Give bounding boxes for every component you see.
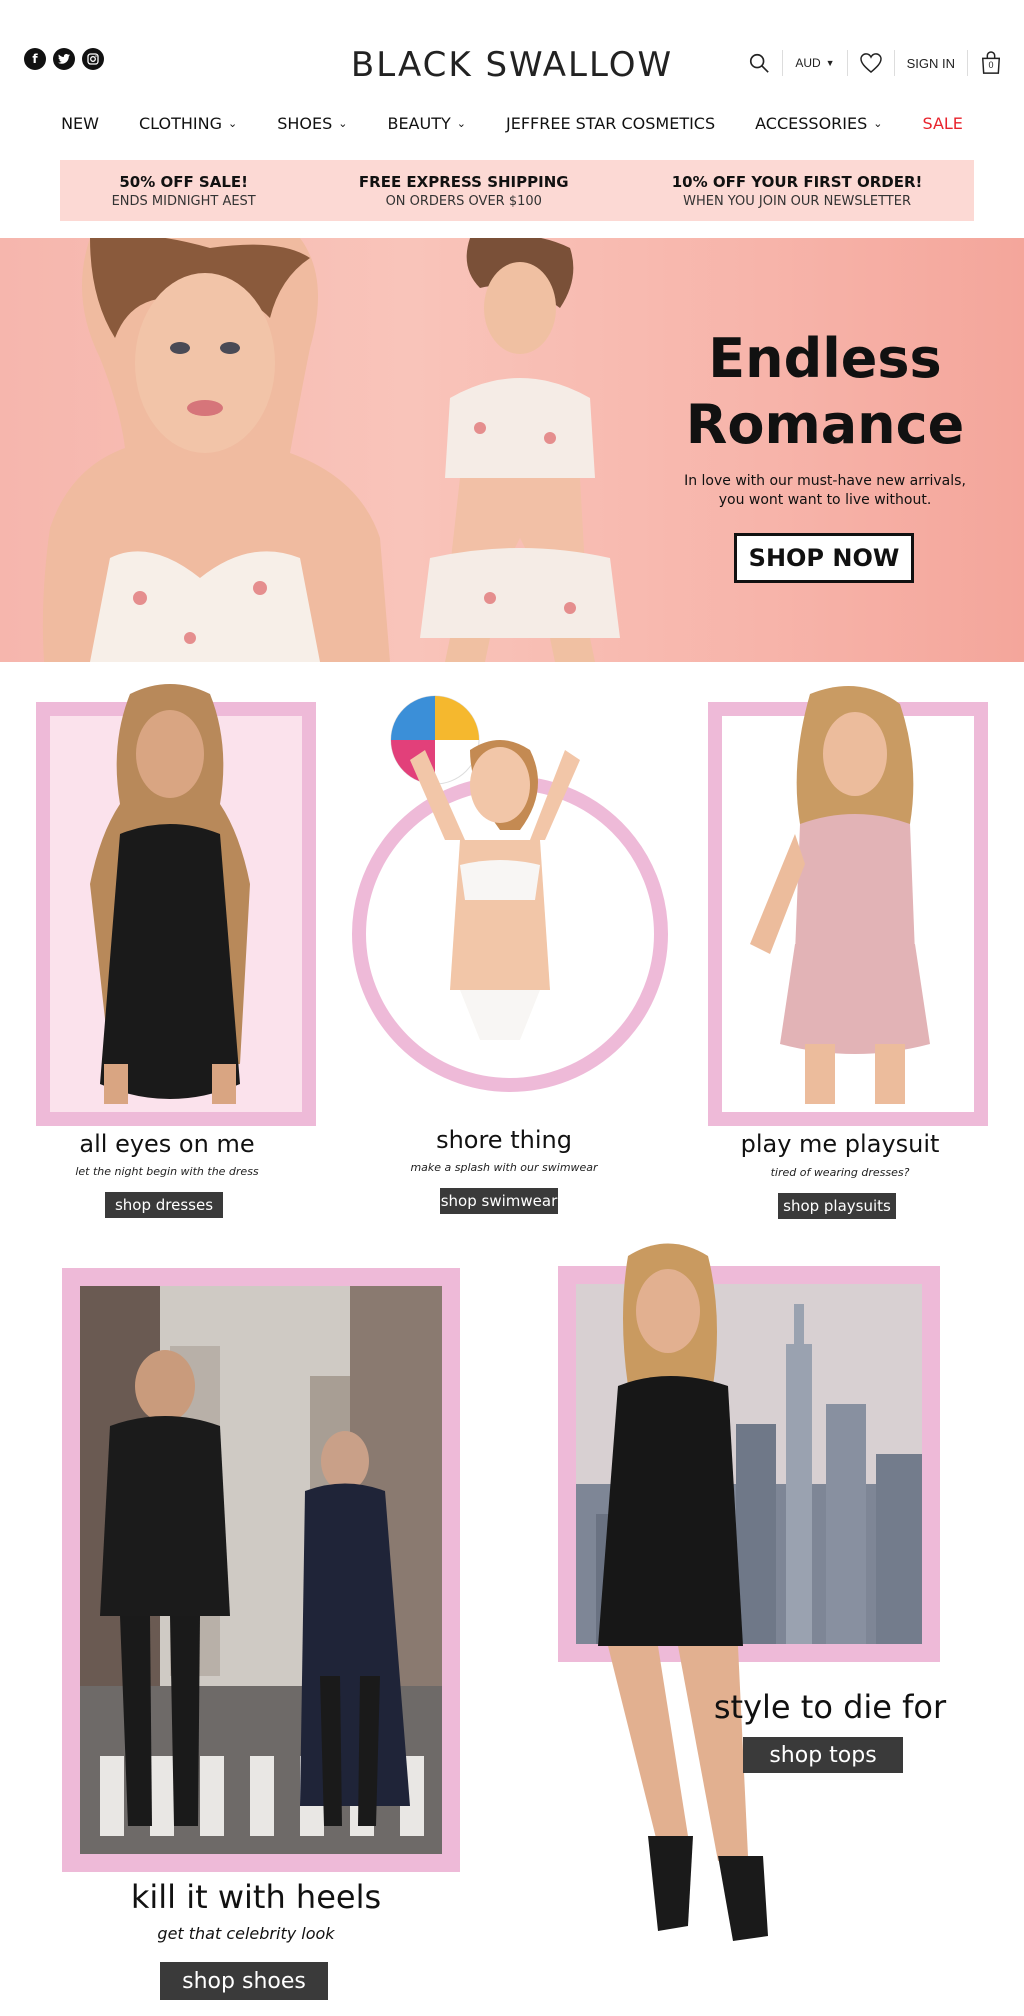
promo-sale[interactable]: 50% OFF SALE! ENDS MIDNIGHT AEST [112, 173, 256, 209]
chevron-down-icon: ⌄ [873, 116, 883, 130]
shop-playsuits-button[interactable]: shop playsuits [778, 1193, 896, 1219]
nav-item-beauty[interactable]: BEAUTY ⌄ [367, 106, 486, 140]
promo-banner: 50% OFF SALE! ENDS MIDNIGHT AEST FREE EX… [60, 160, 974, 221]
shop-tops-button[interactable]: shop tops [743, 1737, 903, 1773]
nav-item-jeffree-star[interactable]: JEFFREE STAR COSMETICS [486, 106, 735, 140]
shop-shoes-button[interactable]: shop shoes [160, 1962, 328, 2000]
chevron-down-icon: ▼ [825, 58, 835, 68]
dress-model-image [90, 684, 250, 1104]
feature-title: kill it with heels [130, 1878, 382, 1916]
search-icon[interactable] [736, 50, 784, 76]
currency-label: AUD [795, 56, 821, 70]
nav-label: BEAUTY [387, 113, 451, 133]
site-header: f BLACK SWALLOW AUD ▼ SIGN IN 0 NEW CLOT… [0, 0, 1024, 133]
nav-label: SHOES [277, 113, 333, 133]
shop-dresses-button[interactable]: shop dresses [105, 1192, 223, 1218]
sign-in-link[interactable]: SIGN IN [895, 50, 968, 76]
hero-subtitle: In love with our must-have new arrivals,… [670, 472, 980, 510]
promo-subtitle: WHEN YOU JOIN OUR NEWSLETTER [683, 193, 911, 209]
hero-title-line: Romance [685, 393, 965, 456]
playsuit-model-image [750, 686, 930, 1104]
utility-bar: AUD ▼ SIGN IN 0 [736, 46, 1014, 80]
sign-in-label: SIGN IN [906, 55, 955, 71]
nav-item-accessories[interactable]: ACCESSORIES ⌄ [735, 106, 902, 140]
card-title: play me playsuit [740, 1130, 940, 1158]
nav-item-sale[interactable]: SALE [902, 106, 982, 140]
promo-title: FREE EXPRESS SHIPPING [358, 172, 569, 191]
celebrity-street-image [80, 1286, 442, 1854]
hero-model-portrait-image [42, 238, 390, 662]
hero-subtitle-line: In love with our must-have new arrivals, [684, 473, 966, 489]
nav-label: ACCESSORIES [755, 113, 868, 133]
swimwear-model-image [390, 695, 580, 1040]
shop-now-button[interactable]: SHOP NOW [734, 533, 914, 583]
feature-subtitle: get that celebrity look [157, 1924, 335, 1943]
nav-label: JEFFREE STAR COSMETICS [505, 113, 716, 133]
promo-subtitle: ON ORDERS OVER $100 [385, 193, 542, 209]
nav-label: NEW [61, 113, 99, 133]
promo-title: 50% OFF SALE! [119, 172, 248, 191]
card-title: all eyes on me [79, 1130, 255, 1158]
hero-title: Endless Romance [670, 326, 980, 458]
nav-item-clothing[interactable]: CLOTHING ⌄ [119, 106, 257, 140]
chevron-down-icon: ⌄ [456, 116, 466, 130]
promo-newsletter[interactable]: 10% OFF YOUR FIRST ORDER! WHEN YOU JOIN … [672, 173, 923, 209]
chevron-down-icon: ⌄ [338, 116, 348, 130]
main-navigation: NEW CLOTHING ⌄ SHOES ⌄ BEAUTY ⌄ JEFFREE STA… [0, 106, 1024, 140]
cart-count: 0 [988, 60, 994, 70]
hero-model-full-image [420, 238, 620, 662]
chevron-down-icon: ⌄ [227, 116, 238, 130]
nav-label: CLOTHING [138, 113, 222, 133]
nav-item-new[interactable]: NEW [41, 106, 119, 140]
card-subtitle: tired of wearing dresses? [770, 1166, 910, 1179]
shop-swimwear-button[interactable]: shop swimwear [440, 1188, 558, 1214]
promo-title: 10% OFF YOUR FIRST ORDER! [671, 172, 923, 191]
currency-selector[interactable]: AUD ▼ [783, 50, 848, 76]
promo-shipping[interactable]: FREE EXPRESS SHIPPING ON ORDERS OVER $10… [359, 173, 569, 209]
nav-item-shoes[interactable]: SHOES ⌄ [257, 106, 367, 140]
tops-model-image [598, 1243, 768, 1941]
card-subtitle: make a splash with our swimwear [410, 1161, 598, 1174]
promo-subtitle: ENDS MIDNIGHT AEST [111, 193, 256, 209]
feature-title: style to die for [713, 1688, 947, 1726]
card-subtitle: let the night begin with the dress [75, 1165, 259, 1178]
nav-label: SALE [922, 113, 963, 133]
wishlist-heart-icon[interactable] [848, 50, 895, 76]
cart-bag-icon[interactable]: 0 [968, 50, 1014, 76]
hero-banner[interactable]: Endless Romance In love with our must-ha… [0, 238, 1024, 662]
card-title: shore thing [436, 1126, 572, 1154]
hero-subtitle-line: you wont want to live without. [718, 492, 932, 508]
hero-title-line: Endless [708, 327, 942, 390]
